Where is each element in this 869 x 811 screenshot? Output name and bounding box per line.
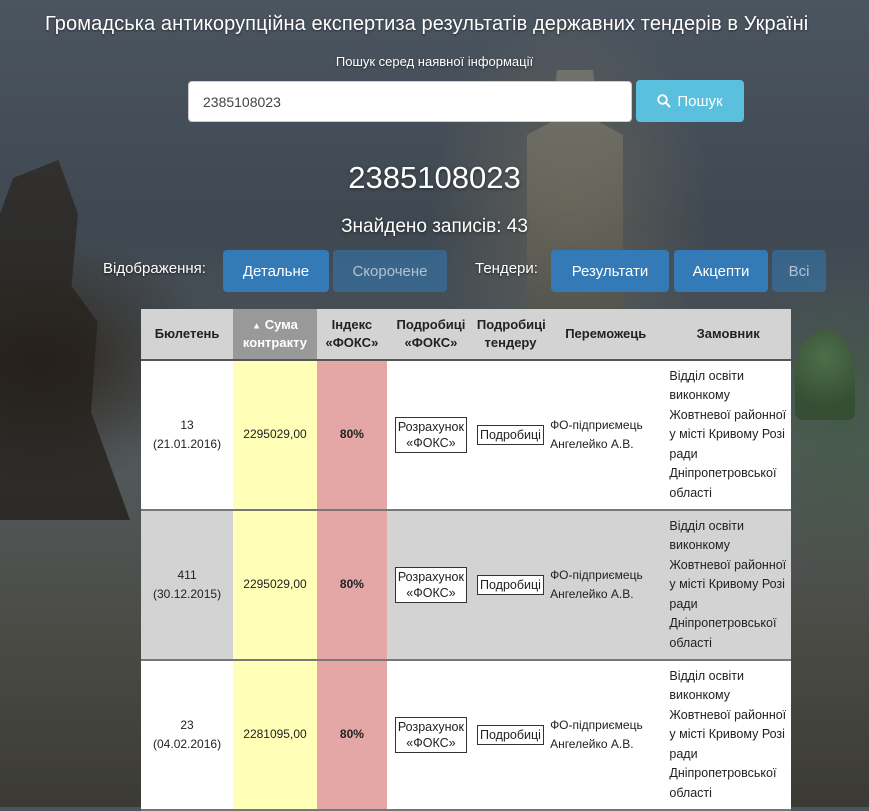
header-index-line1: Індекс xyxy=(331,317,373,332)
winner: ФО-підприємець Ангелейко А.В. xyxy=(546,510,666,661)
tender-details-cell: Подробиці xyxy=(474,360,547,511)
fox-calculation-link[interactable]: Розрахунок «ФОКС» xyxy=(394,566,467,603)
search-label: Пошук серед наявної інформації xyxy=(335,54,534,69)
customer: Відділ освіти виконкому Жовтневої районн… xyxy=(665,510,791,661)
fox-index: 80% xyxy=(316,660,387,811)
filter-all-button[interactable]: Всі xyxy=(772,250,826,292)
header-index-line2: «ФОКС» xyxy=(325,335,379,350)
background-dome-image xyxy=(795,330,855,420)
filter-accepts-button[interactable]: Акцепти xyxy=(674,250,768,292)
header-fox-details-line1: Подробиці xyxy=(396,317,466,332)
display-mode-label: Відображення: xyxy=(103,260,206,277)
search-button-label: Пошук xyxy=(677,92,723,110)
display-detailed-button[interactable]: Детальне xyxy=(223,250,329,292)
header-tender-details[interactable]: Подробиці тендеру xyxy=(474,309,547,361)
fox-index: 80% xyxy=(316,360,387,511)
bulletin-cell: 411 (30.12.2015) xyxy=(141,510,234,661)
fox-link-line1: Розрахунок xyxy=(397,719,464,734)
fox-details-cell: Розрахунок «ФОКС» xyxy=(386,660,475,811)
tenders-filter-label: Тендери: xyxy=(475,260,538,277)
fox-link-line2: «ФОКС» xyxy=(406,735,456,750)
tender-details-cell: Подробиці xyxy=(474,510,547,661)
fox-link-line1: Розрахунок xyxy=(397,419,464,434)
winner: ФО-підприємець Ангелейко А.В. xyxy=(546,360,666,511)
sort-ascending-icon: ▲ xyxy=(252,320,262,331)
bulletin-date: (21.01.2016) xyxy=(153,437,222,451)
found-count: Знайдено записів: 43 xyxy=(341,216,528,237)
bulletin-number: 411 xyxy=(177,567,197,582)
tender-details-link[interactable]: Подробиці xyxy=(477,724,544,745)
fox-calculation-link[interactable]: Розрахунок «ФОКС» xyxy=(394,716,467,753)
table-header-row: Бюлетень ▲ Сума контракту Індекс «ФОКС» … xyxy=(141,309,791,361)
bulletin-number: 23 xyxy=(180,717,194,732)
fox-link-line2: «ФОКС» xyxy=(406,435,456,450)
display-short-button[interactable]: Скорочене xyxy=(333,250,447,292)
contract-sum: 2295029,00 xyxy=(233,360,317,511)
query-heading: 2385108023 xyxy=(348,160,521,195)
header-bulletin[interactable]: Бюлетень xyxy=(141,309,234,361)
header-fox-details[interactable]: Подробиці «ФОКС» xyxy=(386,309,475,361)
bulletin-date: (04.02.2016) xyxy=(153,737,222,751)
tender-details-cell: Подробиці xyxy=(474,660,547,811)
bulletin-cell: 23 (04.02.2016) xyxy=(141,660,234,811)
results-table: Бюлетень ▲ Сума контракту Індекс «ФОКС» … xyxy=(141,309,791,811)
fox-link-line2: «ФОКС» xyxy=(406,585,456,600)
header-sum-line1: Сума xyxy=(264,316,298,332)
header-contract-sum[interactable]: ▲ Сума контракту xyxy=(233,309,317,361)
contract-sum: 2281095,00 xyxy=(233,660,317,811)
tender-details-link[interactable]: Подробиці xyxy=(477,424,544,445)
header-winner[interactable]: Переможець xyxy=(546,309,666,361)
search-input[interactable] xyxy=(188,81,632,122)
bulletin-date: (30.12.2015) xyxy=(153,587,222,601)
filter-results-button[interactable]: Результати xyxy=(551,250,669,292)
header-customer[interactable]: Замовник xyxy=(665,309,791,361)
header-fox-index[interactable]: Індекс «ФОКС» xyxy=(316,309,387,361)
table-row: 23 (04.02.2016) 2281095,00 80% Розрахуно… xyxy=(141,660,791,811)
table-row: 13 (21.01.2016) 2295029,00 80% Розрахуно… xyxy=(141,360,791,511)
header-sum-line2: контракту xyxy=(242,335,308,351)
customer: Відділ освіти виконкому Жовтневої районн… xyxy=(665,360,791,511)
background-statue-image xyxy=(0,160,130,520)
customer: Відділ освіти виконкому Жовтневої районн… xyxy=(665,660,791,811)
fox-details-cell: Розрахунок «ФОКС» xyxy=(386,510,475,661)
header-tender-details-line1: Подробиці xyxy=(476,317,546,332)
tender-details-link[interactable]: Подробиці xyxy=(477,574,544,595)
contract-sum: 2295029,00 xyxy=(233,510,317,661)
header-tender-details-line2: тендеру xyxy=(484,335,537,350)
bulletin-cell: 13 (21.01.2016) xyxy=(141,360,234,511)
fox-link-line1: Розрахунок xyxy=(397,569,464,584)
header-fox-details-line2: «ФОКС» xyxy=(404,335,458,350)
fox-calculation-link[interactable]: Розрахунок «ФОКС» xyxy=(394,416,467,453)
bulletin-number: 13 xyxy=(180,417,194,432)
table-row: 411 (30.12.2015) 2295029,00 80% Розрахун… xyxy=(141,510,791,661)
search-button[interactable]: Пошук xyxy=(636,80,744,122)
winner: ФО-підприємець Ангелейко А.В. xyxy=(546,660,666,811)
fox-index: 80% xyxy=(316,510,387,661)
fox-details-cell: Розрахунок «ФОКС» xyxy=(386,360,475,511)
search-icon xyxy=(657,94,672,108)
site-title: Громадська антикорупційна експертиза рез… xyxy=(45,13,809,35)
